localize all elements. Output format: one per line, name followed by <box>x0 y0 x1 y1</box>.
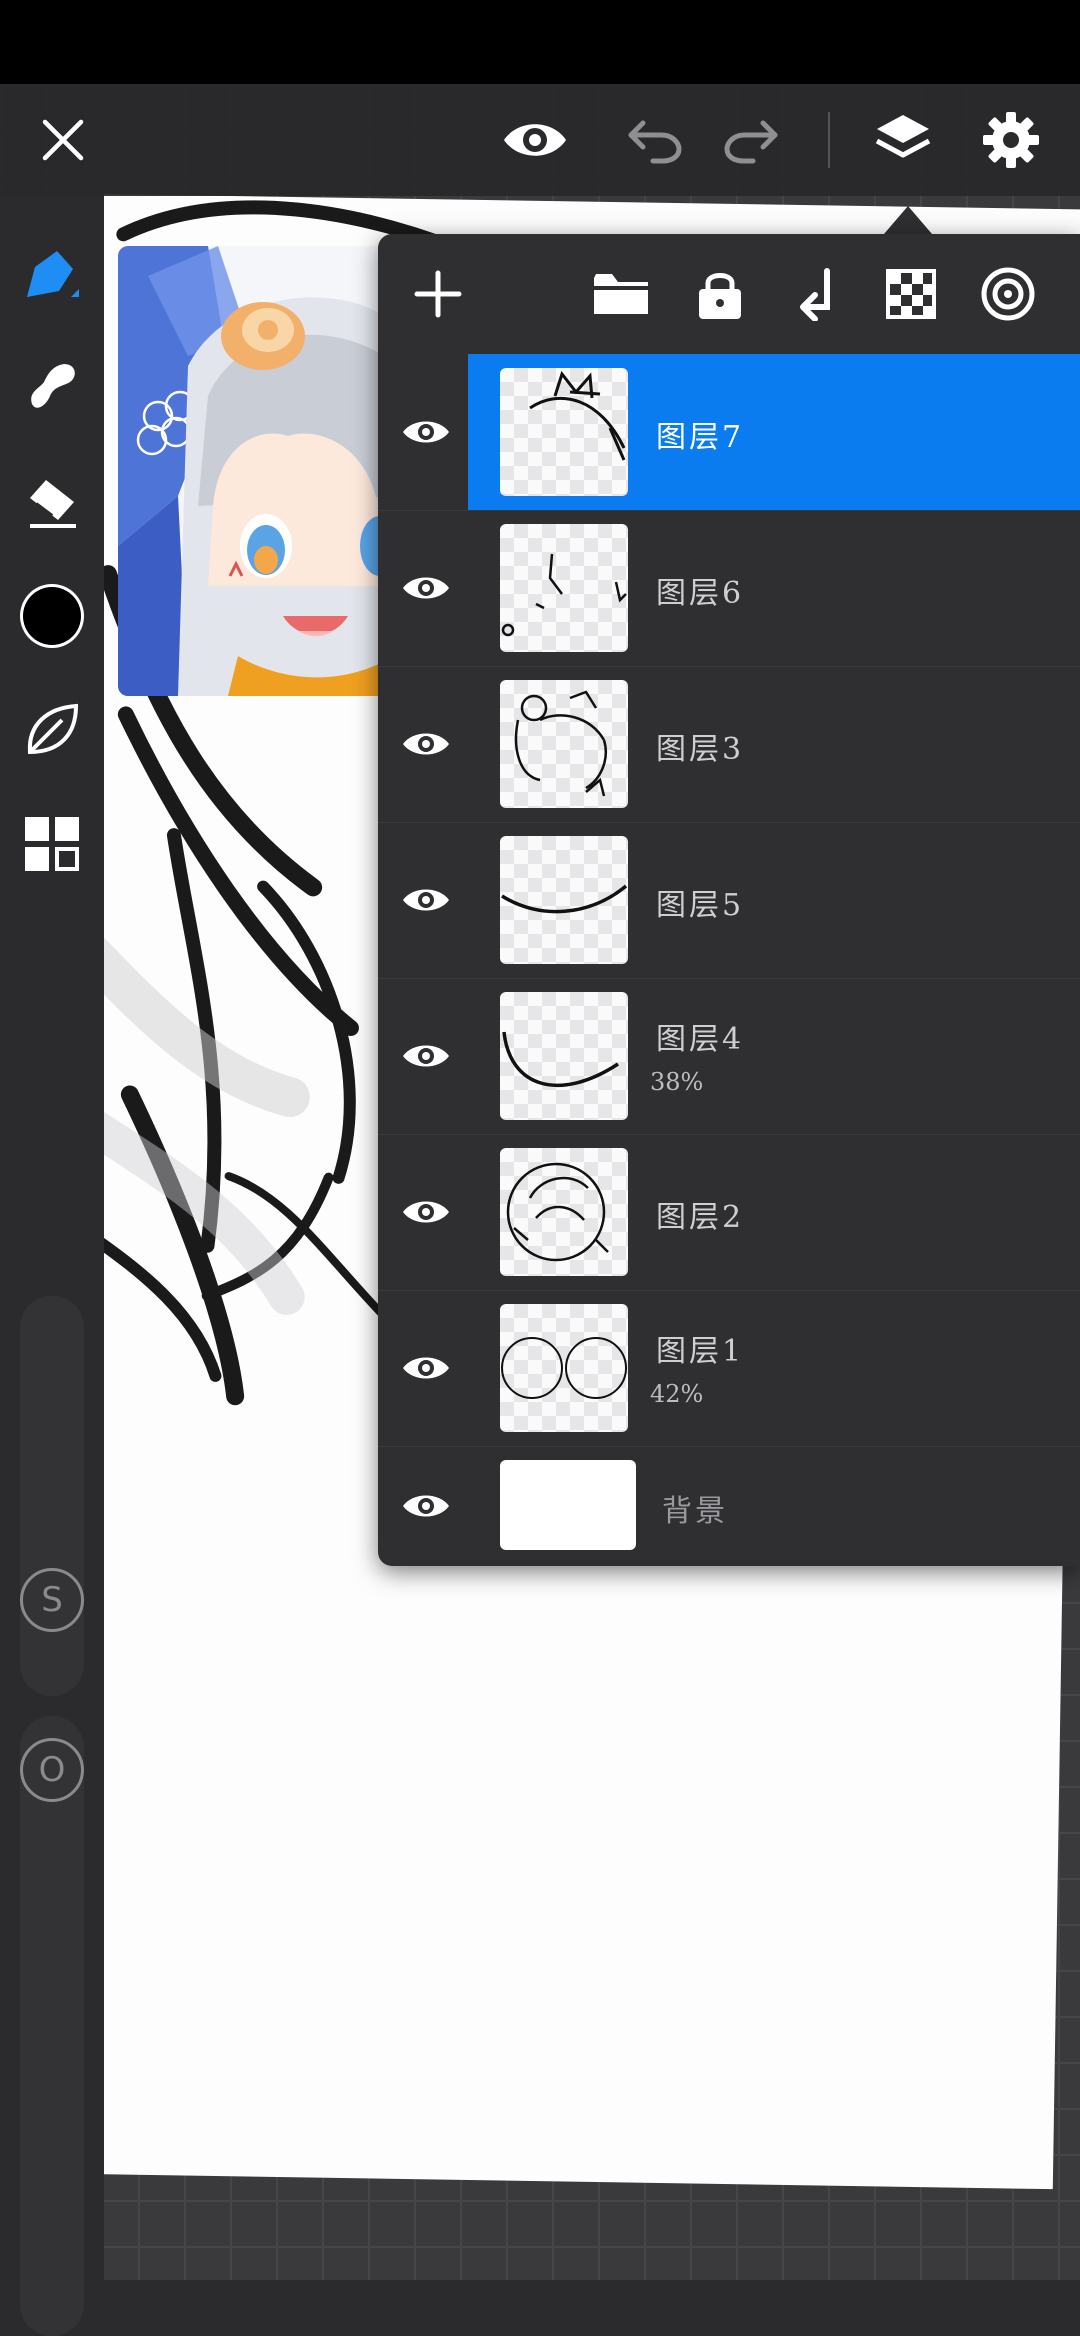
color-swatch[interactable] <box>0 566 104 666</box>
layer-opacity: 42% <box>650 1380 704 1408</box>
layers-panel: 图层7 图层6 图层3 图层5 图层4 38% 图层2 图层1 42% 背景 <box>378 234 1080 1566</box>
opacity-slider-label: O <box>20 1738 84 1802</box>
visibility-eye-icon[interactable] <box>396 714 456 774</box>
visibility-eye-icon[interactable] <box>396 1476 456 1536</box>
panel-caret <box>884 206 932 234</box>
layer-row[interactable]: 图层7 <box>378 354 1080 511</box>
redo-icon[interactable] <box>706 84 796 196</box>
layers-icon[interactable] <box>858 84 948 196</box>
layer-row[interactable]: 图层3 <box>378 666 1080 823</box>
folder-icon[interactable] <box>581 254 661 334</box>
eraser-icon[interactable] <box>0 452 104 552</box>
visibility-eye-icon[interactable] <box>396 558 456 618</box>
layer-name: 图层5 <box>656 888 745 923</box>
close-icon[interactable] <box>18 84 108 196</box>
size-slider-label: S <box>20 1568 84 1632</box>
brush-size-slider[interactable] <box>20 1296 84 1696</box>
visibility-eye-icon[interactable] <box>396 1338 456 1398</box>
layer-row[interactable]: 图层2 <box>378 1134 1080 1291</box>
background-color-swatch[interactable] <box>500 1460 636 1550</box>
checker-icon[interactable] <box>871 254 951 334</box>
visibility-eye-icon[interactable] <box>396 1182 456 1242</box>
layer-name: 图层6 <box>656 576 745 611</box>
gear-icon[interactable] <box>966 84 1056 196</box>
layer-thumbnail <box>500 680 628 808</box>
layer-row[interactable]: 图层4 38% <box>378 978 1080 1135</box>
pen-icon[interactable] <box>0 226 104 326</box>
layer-name: 图层1 <box>656 1334 745 1369</box>
layer-thumbnail <box>500 836 628 964</box>
layer-name: 图层3 <box>656 732 745 767</box>
visibility-eye-icon[interactable] <box>396 1026 456 1086</box>
layer-thumbnail <box>500 524 628 652</box>
layer-row[interactable]: 图层5 <box>378 822 1080 979</box>
layer-name: 图层7 <box>656 420 745 455</box>
layer-name: 图层2 <box>656 1200 745 1235</box>
undo-icon[interactable] <box>610 84 700 196</box>
layer-name: 图层4 <box>656 1022 745 1057</box>
lock-icon[interactable] <box>680 254 760 334</box>
opacity-slider[interactable] <box>20 1716 84 2336</box>
visibility-eye-icon[interactable] <box>396 402 456 462</box>
layer-row[interactable]: 图层1 42% <box>378 1290 1080 1447</box>
visibility-eye-icon[interactable] <box>396 870 456 930</box>
top-toolbar <box>0 84 1080 196</box>
background-layer-row[interactable]: 背景 <box>378 1446 1080 1566</box>
merge-down-icon[interactable] <box>776 254 856 334</box>
status-bar <box>0 0 1080 84</box>
layer-thumbnail <box>500 368 628 496</box>
toolbar-divider <box>828 112 830 168</box>
grid-icon[interactable] <box>0 794 104 894</box>
plus-icon[interactable] <box>398 254 478 334</box>
eye-icon[interactable] <box>490 84 580 196</box>
layer-name: 背景 <box>662 1494 728 1529</box>
reference-image[interactable] <box>118 246 408 696</box>
layer-thumbnail <box>500 1148 628 1276</box>
layer-row[interactable]: 图层6 <box>378 510 1080 667</box>
reference-illustration <box>118 246 408 696</box>
left-toolbar: S O <box>0 196 104 2336</box>
layer-thumbnail <box>500 992 628 1120</box>
layers-toolbar <box>378 234 1080 354</box>
layer-opacity: 38% <box>650 1068 704 1096</box>
leaf-icon[interactable] <box>0 680 104 780</box>
target-icon[interactable] <box>968 254 1048 334</box>
smudge-icon[interactable] <box>0 336 104 436</box>
layer-thumbnail <box>500 1304 628 1432</box>
